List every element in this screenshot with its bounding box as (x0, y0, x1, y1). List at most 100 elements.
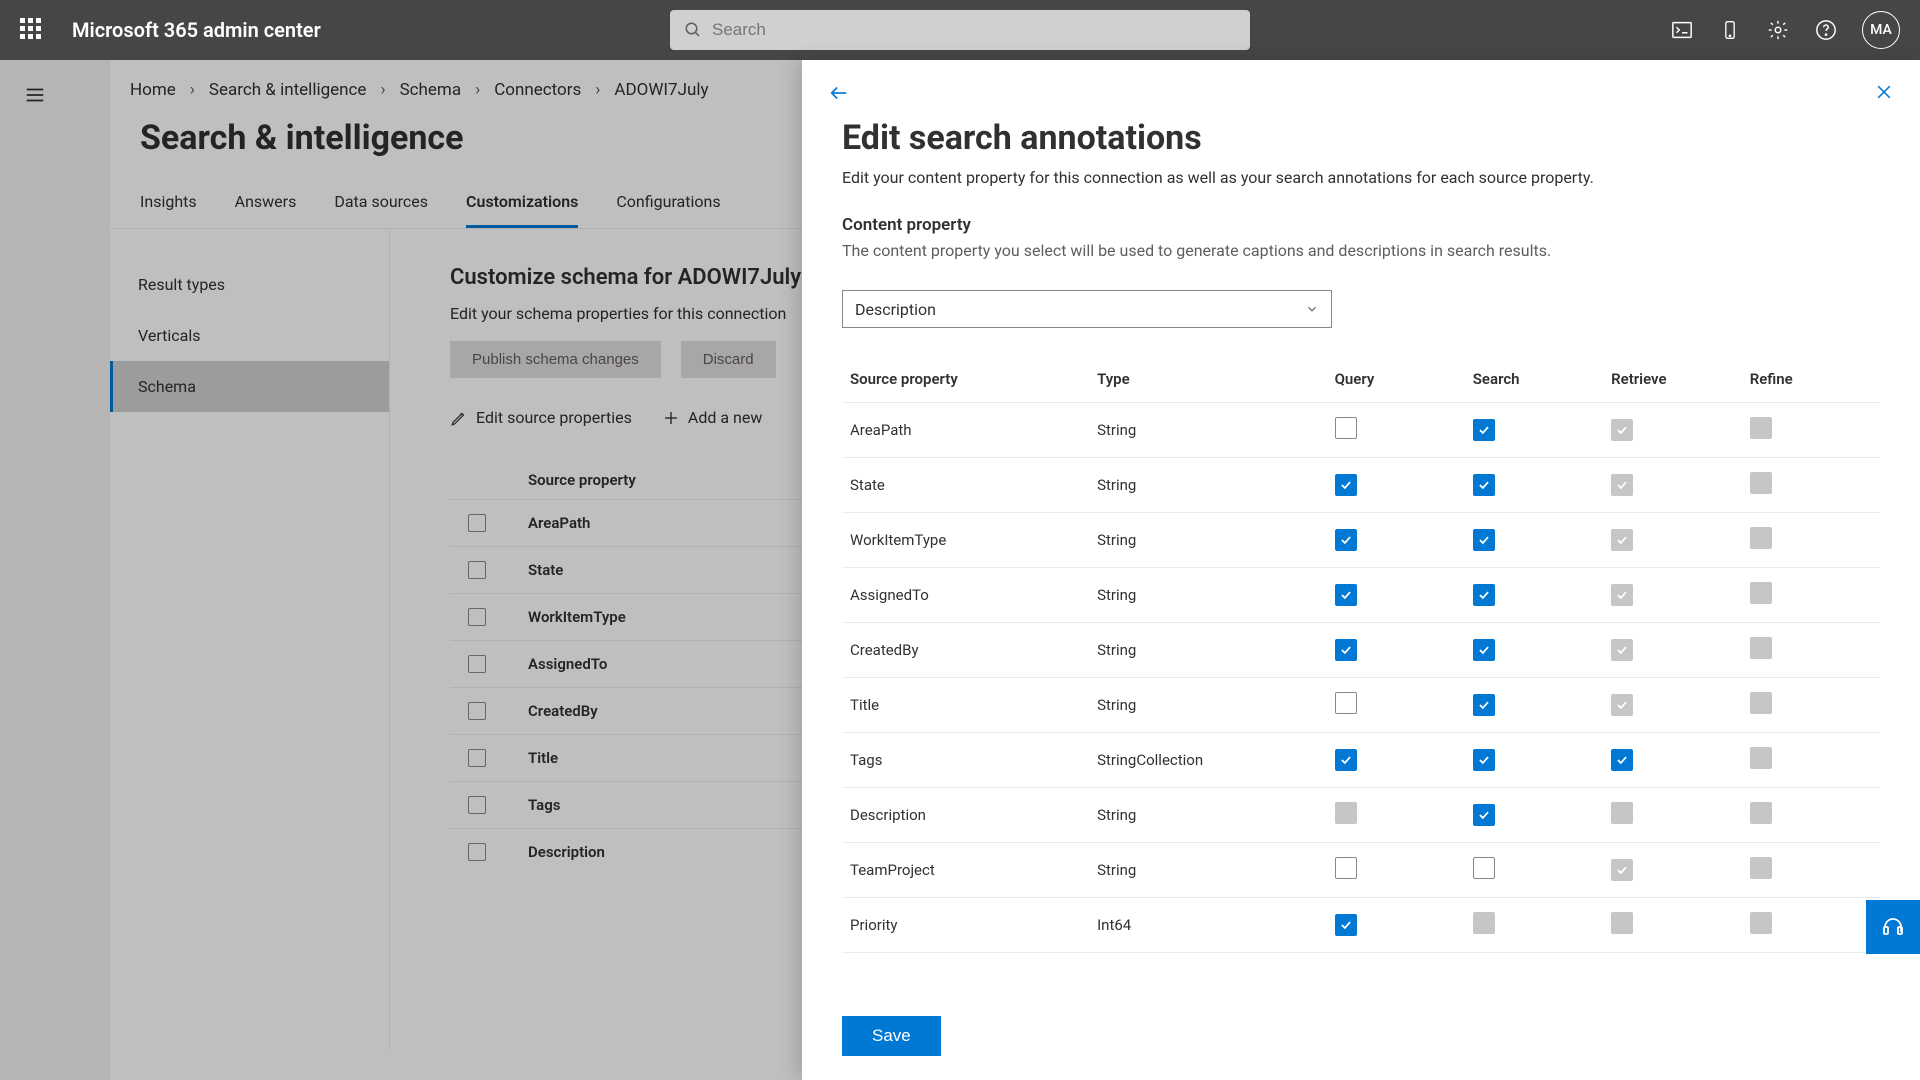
retrieve-checkbox (1611, 694, 1633, 716)
cell-type: String (1089, 458, 1327, 513)
content-property-select[interactable]: Description (842, 290, 1332, 328)
chevron-down-icon (1305, 302, 1319, 316)
content-property-heading: Content property (842, 215, 1880, 235)
query-checkbox[interactable] (1335, 474, 1357, 496)
panel-title: Edit search annotations (842, 118, 1880, 158)
acol-search: Search (1465, 356, 1603, 403)
close-icon (1874, 82, 1894, 102)
query-checkbox[interactable] (1335, 584, 1357, 606)
query-checkbox[interactable] (1335, 417, 1357, 439)
table-row: State String (842, 458, 1880, 513)
table-row: Priority Int64 (842, 898, 1880, 953)
content-property-value: Description (855, 300, 936, 319)
edit-annotations-panel: Edit search annotations Edit your conten… (802, 60, 1920, 1080)
headset-icon (1881, 915, 1905, 939)
acol-source: Source property (842, 356, 1089, 403)
cell-type: String (1089, 623, 1327, 678)
search-checkbox[interactable] (1473, 804, 1495, 826)
cell-prop: AssignedTo (842, 568, 1089, 623)
retrieve-checkbox (1611, 584, 1633, 606)
retrieve-checkbox (1611, 912, 1633, 934)
retrieve-checkbox[interactable] (1611, 749, 1633, 771)
global-search[interactable] (670, 10, 1250, 50)
cell-prop: AreaPath (842, 403, 1089, 458)
cell-prop: Description (842, 788, 1089, 843)
refine-checkbox (1750, 527, 1772, 549)
console-icon[interactable] (1670, 18, 1694, 42)
help-icon[interactable] (1814, 18, 1838, 42)
cell-type: String (1089, 678, 1327, 733)
refine-checkbox (1750, 582, 1772, 604)
avatar[interactable]: MA (1862, 11, 1900, 49)
global-search-input[interactable] (712, 20, 1236, 40)
table-row: Description String (842, 788, 1880, 843)
retrieve-checkbox (1611, 419, 1633, 441)
cell-type: String (1089, 403, 1327, 458)
retrieve-checkbox (1611, 859, 1633, 881)
table-row: WorkItemType String (842, 513, 1880, 568)
refine-checkbox (1750, 747, 1772, 769)
app-launcher-icon[interactable] (20, 18, 44, 42)
cell-type: String (1089, 788, 1327, 843)
brand-title: Microsoft 365 admin center (72, 18, 321, 42)
annotations-table: Source property Type Query Search Retrie… (842, 356, 1880, 953)
cell-prop: Title (842, 678, 1089, 733)
query-checkbox[interactable] (1335, 857, 1357, 879)
table-row: TeamProject String (842, 843, 1880, 898)
search-icon (684, 21, 702, 39)
table-row: Tags StringCollection (842, 733, 1880, 788)
table-row: AssignedTo String (842, 568, 1880, 623)
acol-query: Query (1327, 356, 1465, 403)
refine-checkbox (1750, 912, 1772, 934)
refine-checkbox (1750, 692, 1772, 714)
search-checkbox[interactable] (1473, 639, 1495, 661)
cell-type: Int64 (1089, 898, 1327, 953)
refine-checkbox (1750, 637, 1772, 659)
query-checkbox[interactable] (1335, 639, 1357, 661)
table-row: Title String (842, 678, 1880, 733)
refine-checkbox (1750, 472, 1772, 494)
retrieve-checkbox (1611, 639, 1633, 661)
table-row: AreaPath String (842, 403, 1880, 458)
acol-refine: Refine (1742, 356, 1880, 403)
acol-type: Type (1089, 356, 1327, 403)
cell-prop: WorkItemType (842, 513, 1089, 568)
cell-prop: Priority (842, 898, 1089, 953)
refine-checkbox (1750, 802, 1772, 824)
cell-type: StringCollection (1089, 733, 1327, 788)
settings-icon[interactable] (1766, 18, 1790, 42)
panel-desc: Edit your content property for this conn… (842, 168, 1880, 187)
query-checkbox[interactable] (1335, 692, 1357, 714)
cell-prop: CreatedBy (842, 623, 1089, 678)
panel-close-button[interactable] (1874, 82, 1894, 108)
table-row: CreatedBy String (842, 623, 1880, 678)
retrieve-checkbox (1611, 529, 1633, 551)
refine-checkbox (1750, 417, 1772, 439)
search-checkbox[interactable] (1473, 529, 1495, 551)
query-checkbox[interactable] (1335, 529, 1357, 551)
save-button[interactable]: Save (842, 1016, 941, 1056)
query-checkbox[interactable] (1335, 914, 1357, 936)
content-property-desc: The content property you select will be … (842, 241, 1880, 260)
search-checkbox[interactable] (1473, 749, 1495, 771)
cell-prop: Tags (842, 733, 1089, 788)
search-checkbox[interactable] (1473, 474, 1495, 496)
acol-retrieve: Retrieve (1603, 356, 1742, 403)
cell-type: String (1089, 568, 1327, 623)
phone-icon[interactable] (1718, 18, 1742, 42)
cell-type: String (1089, 513, 1327, 568)
panel-back-button[interactable] (828, 82, 850, 108)
query-checkbox[interactable] (1335, 749, 1357, 771)
retrieve-checkbox (1611, 474, 1633, 496)
floating-help-button[interactable] (1866, 900, 1920, 954)
search-checkbox (1473, 912, 1495, 934)
arrow-left-icon (828, 82, 850, 104)
cell-type: String (1089, 843, 1327, 898)
search-checkbox[interactable] (1473, 857, 1495, 879)
retrieve-checkbox (1611, 802, 1633, 824)
app-header: Microsoft 365 admin center MA (0, 0, 1920, 60)
search-checkbox[interactable] (1473, 584, 1495, 606)
cell-prop: TeamProject (842, 843, 1089, 898)
search-checkbox[interactable] (1473, 419, 1495, 441)
search-checkbox[interactable] (1473, 694, 1495, 716)
